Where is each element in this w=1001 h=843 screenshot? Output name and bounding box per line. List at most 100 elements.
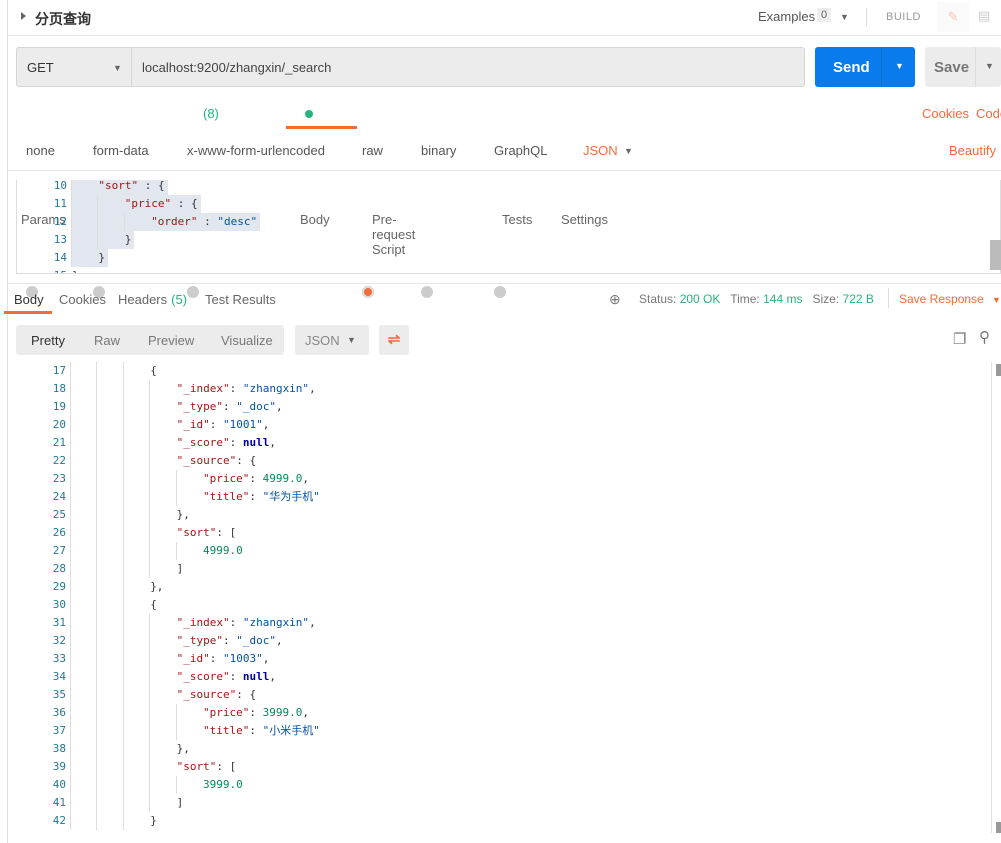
indent-guide [70, 578, 71, 596]
code-line: } [72, 267, 79, 273]
method-select[interactable]: GET ▼ [17, 48, 132, 86]
indent-guide [70, 668, 71, 686]
json-key: "_id" [176, 418, 210, 431]
code-line: } [98, 249, 105, 267]
json-string: "desc" [217, 215, 258, 228]
request-body-editor[interactable]: 10 "sort" : {11 "price" : {12 "order" : "de… [16, 180, 1001, 274]
code-line: "sort": [ [177, 524, 237, 542]
line-number: 30 [52, 598, 66, 611]
indent-guide [70, 776, 71, 794]
examples-button[interactable]: Examples [758, 9, 815, 24]
indent-guide [175, 776, 177, 794]
radio-icon [362, 286, 374, 298]
chevron-down-icon[interactable]: ▼ [624, 146, 633, 156]
time-value[interactable]: 144 ms [763, 292, 802, 306]
code-line: 4999.0 [203, 542, 243, 560]
indent-guide [149, 380, 151, 398]
status-value[interactable]: 200 OK [680, 292, 721, 306]
chevron-down-icon[interactable]: ▼ [992, 295, 1001, 305]
radio-icon [187, 286, 199, 298]
collapse-caret-icon[interactable] [21, 12, 26, 20]
line-number: 23 [52, 472, 66, 485]
cookies-link[interactable]: Cookies [922, 106, 969, 121]
line-number: 41 [52, 796, 66, 809]
tab-headers[interactable]: Headers(8) [199, 106, 248, 227]
response-tab-headers[interactable]: Headers (5) [118, 292, 187, 307]
indent-guide [123, 213, 125, 231]
radio-label: GraphQL [494, 143, 548, 158]
radio-graphql[interactable]: GraphQL [494, 143, 548, 298]
code-line: "_score": null, [177, 668, 276, 686]
json-punctuation: : [229, 616, 243, 629]
request-name[interactable]: 分页查询 [35, 9, 91, 29]
indent-guide [122, 416, 124, 434]
indent-guide [149, 434, 151, 452]
code-link[interactable]: Code [976, 106, 1001, 121]
indent-guide [70, 686, 71, 704]
examples-label: Examples [758, 9, 816, 24]
radio-x-www-form-urlencoded[interactable]: x-www-form-urlencoded [187, 143, 325, 298]
indent-guide [70, 704, 71, 722]
search-icon[interactable]: ⚲ [979, 328, 990, 346]
response-format-select[interactable]: JSON ▼ [295, 325, 369, 355]
size-value[interactable]: 722 B [843, 292, 874, 306]
wrap-lines-icon[interactable]: ⇌ [379, 325, 409, 355]
indent-guide [70, 362, 71, 380]
json-key: "sort" [98, 180, 139, 192]
json-punctuation: , [269, 670, 276, 683]
response-body-viewer[interactable]: 17 {18 "_index": "zhangxin", 19 "_type": "_d… [16, 362, 991, 843]
indent-guide [96, 560, 98, 578]
json-key: "price" [203, 472, 250, 485]
viewer-scrollbar[interactable] [996, 364, 1001, 376]
build-mode[interactable]: BUILD [886, 11, 921, 23]
json-punctuation: : [249, 490, 263, 503]
view-mode-preview[interactable]: Preview [148, 333, 194, 348]
editor-scrollbar[interactable] [990, 240, 1001, 270]
copy-icon[interactable]: ❐ [953, 330, 966, 348]
line-number: 10 [53, 180, 67, 192]
json-punctuation: { [150, 598, 157, 611]
divider [8, 170, 1001, 171]
code-line: "_type": "_doc", [177, 632, 283, 650]
view-mode-visualize[interactable]: Visualize [221, 333, 273, 348]
indent-guide [122, 578, 124, 596]
save-response-button[interactable]: Save Response [899, 292, 984, 306]
line-number: 13 [53, 233, 67, 246]
line-number: 17 [52, 364, 66, 377]
tab-body[interactable]: Body [300, 106, 330, 227]
radio-raw[interactable]: raw [362, 143, 383, 298]
url-input[interactable]: localhost:9200/zhangxin/_search [142, 60, 331, 75]
viewer-scrollbar-end[interactable] [996, 822, 1001, 833]
response-tab-body[interactable]: Body [14, 292, 44, 307]
indent-guide [97, 195, 99, 213]
radio-form-data[interactable]: form-data [93, 143, 149, 298]
response-tab-test-results[interactable]: Test Results [205, 292, 276, 307]
indent-guide [70, 650, 71, 668]
indent-guide [96, 776, 98, 794]
view-mode-raw[interactable]: Raw [94, 333, 120, 348]
send-button[interactable]: Send ▼ [815, 47, 915, 87]
save-button[interactable]: Save ▼ [925, 47, 1001, 87]
indent-guide [122, 434, 124, 452]
json-number: 4999.0 [203, 544, 243, 557]
indent-guide [70, 434, 71, 452]
code-line: "sort" : { [98, 180, 164, 195]
time-label: Time: [730, 292, 760, 306]
indent-guide [149, 560, 151, 578]
view-mode-pretty[interactable]: Pretty [31, 333, 65, 348]
indent-guide [122, 380, 124, 398]
beautify-link[interactable]: Beautify [949, 143, 996, 158]
body-format-select[interactable]: JSON [583, 143, 618, 158]
radio-binary[interactable]: binary [421, 143, 456, 298]
response-tab-cookies[interactable]: Cookies [59, 292, 106, 307]
json-punctuation: : [209, 652, 223, 665]
edit-pencil-icon[interactable]: ✎ [937, 2, 969, 32]
examples-dropdown-icon[interactable]: ▼ [840, 12, 849, 22]
globe-icon[interactable]: ⊕ [609, 291, 621, 308]
save-dropdown-icon[interactable]: ▼ [985, 61, 994, 71]
comments-icon[interactable]: ▤ [978, 8, 990, 24]
radio-none[interactable]: none [26, 143, 55, 298]
send-dropdown-icon[interactable]: ▼ [895, 61, 904, 71]
indent-guide [122, 758, 124, 776]
code-line: { [150, 362, 157, 380]
